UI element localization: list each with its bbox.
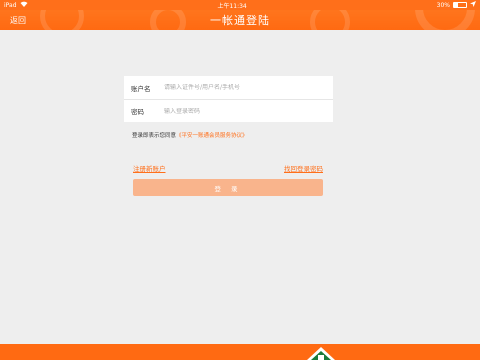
password-row: 密码 <box>124 99 333 122</box>
device-name: iPad <box>4 1 17 9</box>
status-time: 上午11:34 <box>217 2 247 10</box>
agreement-link[interactable]: 《平安一账通会员服务协议》 <box>176 133 248 139</box>
register-link[interactable]: 注册新账户 <box>133 163 166 173</box>
status-bar: iPad 上午11:34 30% <box>0 0 480 10</box>
account-label: 账户名 <box>131 84 151 93</box>
pingan-logo-icon <box>306 344 336 360</box>
battery-percent: 30% <box>436 1 450 9</box>
footer-bar <box>0 344 480 360</box>
wifi-icon <box>20 1 28 9</box>
account-input[interactable] <box>164 84 333 91</box>
page-title: 一帐通登陆 <box>210 14 270 27</box>
login-form: 账户名 密码 <box>124 76 333 122</box>
forgot-password-link[interactable]: 找回登录密码 <box>284 163 323 173</box>
agreement-text: 登录即表示您同意《平安一账通会员服务协议》 <box>132 131 248 139</box>
login-button[interactable]: 登 录 <box>133 179 323 196</box>
location-icon <box>470 1 476 9</box>
battery-icon <box>453 2 467 8</box>
password-input[interactable] <box>164 107 333 115</box>
account-row: 账户名 <box>124 76 333 99</box>
agreement-prefix: 登录即表示您同意 <box>132 133 177 139</box>
password-label: 密码 <box>131 108 144 116</box>
battery-level <box>454 3 458 7</box>
